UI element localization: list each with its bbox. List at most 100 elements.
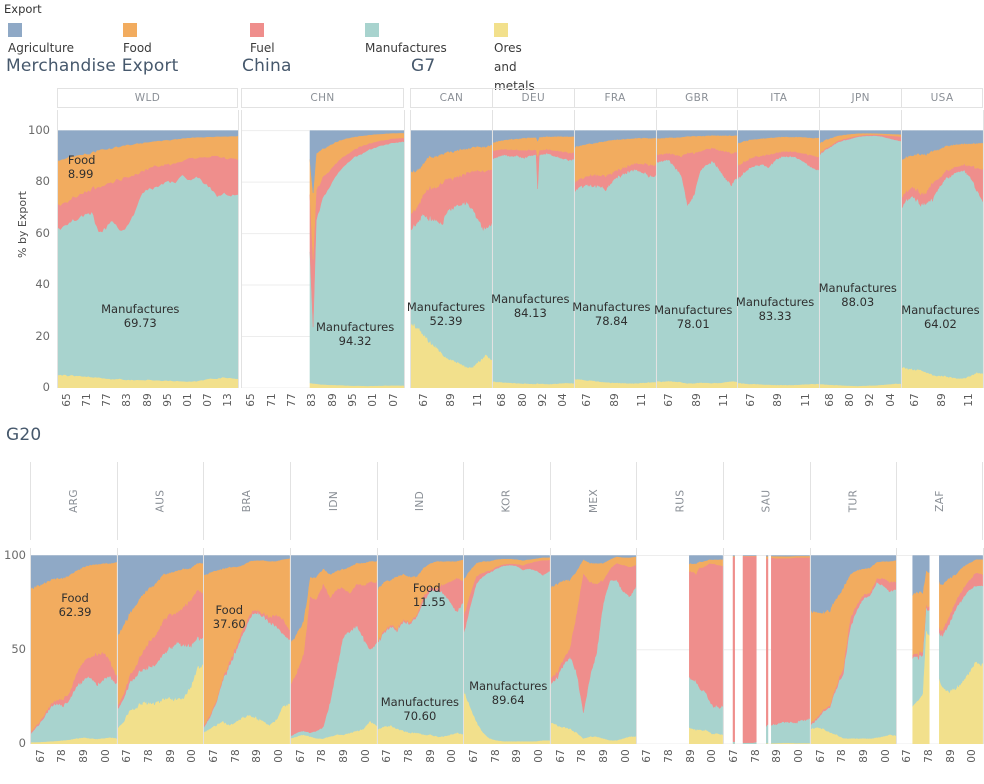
panel-header-usa[interactable]: USA <box>901 88 983 108</box>
panel-header-label: CAN <box>439 92 464 104</box>
x-tick-label: 89 <box>164 749 177 763</box>
panel-plot-sau[interactable] <box>723 548 810 744</box>
panel-header-zaf[interactable]: ZAF <box>896 462 983 540</box>
x-tick-label: 67 <box>901 749 914 763</box>
panel-separator <box>819 110 821 388</box>
panel-separator <box>655 110 657 388</box>
legend-item-food[interactable]: Food <box>123 20 152 55</box>
panel-header-label: JPN <box>851 92 870 104</box>
y-tick-label: 100 <box>4 547 26 562</box>
panel-header-label: RUS <box>674 489 687 513</box>
panel-header-label: BRA <box>241 489 254 513</box>
x-tick-label: 00 <box>446 749 459 763</box>
panel-header-label: ARG <box>67 489 80 513</box>
x-tick-label: 67 <box>468 749 480 763</box>
x-tick-label: 00 <box>619 749 632 763</box>
panel-header-chn[interactable]: CHN <box>241 88 404 108</box>
x-tick-label: 67 <box>34 749 47 763</box>
x-tick-label: 00 <box>706 749 719 763</box>
panel-plot-fra[interactable] <box>573 110 656 388</box>
panel-header-kor[interactable]: KOR <box>463 462 550 540</box>
panel-header-tur[interactable]: TUR <box>809 462 897 540</box>
panel-plot-aus[interactable] <box>116 548 204 744</box>
panel-plot-ind[interactable] <box>376 548 464 744</box>
x-tick-label: 00 <box>273 749 286 763</box>
panel-header-label: MEX <box>587 488 600 514</box>
legend-item-ores-and-metals[interactable]: Ores and metals <box>494 20 535 93</box>
panel-separator <box>737 110 739 388</box>
x-tick-label: 89 <box>326 393 339 407</box>
x-tick-label: 67 <box>908 393 921 407</box>
legend-item-agriculture[interactable]: Agriculture <box>8 20 74 55</box>
panel-plot-zaf[interactable] <box>896 548 983 744</box>
x-tick-label: 89 <box>857 749 870 763</box>
panel-header-label: ZAF <box>933 490 946 512</box>
panel-header-idn[interactable]: IDN <box>289 462 377 540</box>
y-tick-label: 20 <box>35 328 50 343</box>
x-tick-label: 89 <box>936 393 949 407</box>
panel-header-gbr[interactable]: GBR <box>655 88 738 108</box>
panel-plot-bra[interactable] <box>203 548 290 744</box>
panel-header-mex[interactable]: MEX <box>549 462 637 540</box>
panel-header-label: KOR <box>500 489 513 513</box>
x-tick-label: 89 <box>78 749 91 763</box>
x-tick-label: 78 <box>143 749 156 763</box>
panel-header-can[interactable]: CAN <box>410 88 492 108</box>
panel-header-sau[interactable]: SAU <box>723 462 810 540</box>
panel-plot-deu[interactable] <box>491 110 574 388</box>
x-tick-label: 01 <box>367 393 380 407</box>
x-tick-label: 11 <box>963 393 976 407</box>
panel-plot-arg[interactable] <box>30 548 117 744</box>
panel-plot-mex[interactable] <box>549 548 637 744</box>
legend-swatch-icon <box>365 23 379 37</box>
x-tick-label: 00 <box>966 749 979 763</box>
panel-plot-usa[interactable] <box>901 110 983 388</box>
panel-header-jpn[interactable]: JPN <box>819 88 902 108</box>
panel-plot-ita[interactable] <box>737 110 820 388</box>
x-tick-label: 89 <box>771 749 784 763</box>
panel-header-label: TUR <box>847 489 860 513</box>
panel-separator <box>573 110 575 388</box>
panel-plot-rus[interactable] <box>636 548 724 744</box>
x-tick-label: 00 <box>99 749 112 763</box>
panel-header-wld[interactable]: WLD <box>57 88 238 108</box>
panel-header-arg[interactable]: ARG <box>30 462 117 540</box>
x-tick-label: 77 <box>285 393 298 407</box>
x-tick-label: 11 <box>799 393 812 407</box>
panel-plot-jpn[interactable] <box>819 110 902 388</box>
panel-separator <box>491 110 493 388</box>
panel-plot-can[interactable] <box>410 110 492 388</box>
legend-item-fuel[interactable]: Fuel <box>250 20 275 55</box>
panel-header-aus[interactable]: AUS <box>116 462 204 540</box>
y-tick-label: 0 <box>18 736 26 750</box>
panel-plot-idn[interactable] <box>289 548 377 744</box>
panel-header-bra[interactable]: BRA <box>203 462 290 540</box>
x-tick-label: 00 <box>359 749 372 763</box>
panel-separator <box>116 548 118 744</box>
panel-header-fra[interactable]: FRA <box>573 88 656 108</box>
panel-header-ind[interactable]: IND <box>376 462 464 540</box>
x-tick-label: 11 <box>635 393 648 407</box>
legend-label: Food <box>123 41 152 55</box>
panel-header-rus[interactable]: RUS <box>636 462 723 540</box>
x-tick-label: 67 <box>381 749 394 763</box>
panel-plot-kor[interactable] <box>463 548 550 744</box>
panel-plot-tur[interactable] <box>809 548 897 744</box>
legend-swatch-icon <box>250 23 264 37</box>
x-tick-label: 89 <box>511 749 524 763</box>
panel-separator <box>404 110 405 388</box>
x-tick-label: 89 <box>608 393 621 407</box>
panel-plot-wld[interactable] <box>57 110 238 388</box>
panel-plot-gbr[interactable] <box>655 110 738 388</box>
x-tick-label: 67 <box>554 749 567 763</box>
panel-separator <box>241 110 242 388</box>
x-tick-label: 67 <box>294 749 307 763</box>
x-tick-label: 71 <box>81 393 94 407</box>
x-tick-label: 65 <box>245 393 258 407</box>
y-tick-label: 60 <box>35 225 50 240</box>
panel-plot-chn[interactable] <box>241 110 404 388</box>
x-tick-label: 78 <box>922 749 935 763</box>
panel-header-deu[interactable]: DEU <box>491 88 574 108</box>
legend-item-manufactures[interactable]: Manufactures <box>365 20 447 55</box>
panel-header-ita[interactable]: ITA <box>737 88 820 108</box>
